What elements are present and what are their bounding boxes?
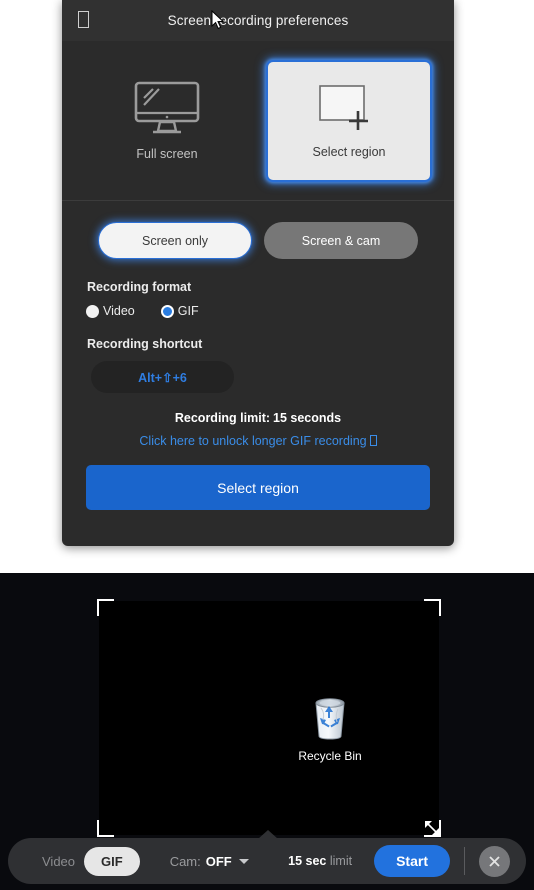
mode-card-full-screen[interactable]: Full screen (84, 60, 250, 182)
selection-region[interactable]: Recycle Bin (97, 599, 441, 837)
toolbar-divider (464, 847, 465, 875)
toolbar-limit-number: 15 (288, 854, 303, 868)
recording-toolbar: Video GIF Cam: OFF 15 sec limit Start (8, 838, 526, 884)
monitor-icon (134, 81, 200, 133)
mode-card-select-region[interactable]: Select region (266, 59, 432, 182)
toolbar-cam-value: OFF (205, 853, 232, 869)
unlock-link-text: Click here to unlock longer GIF recordin… (139, 434, 367, 448)
radio-indicator-video (86, 304, 99, 318)
selection-corner-top-left[interactable] (97, 599, 114, 616)
options-body: Recording format Video GIF Recording sho… (62, 280, 454, 510)
recycle-bin-icon (315, 698, 345, 740)
toolbar-gif-option[interactable]: GIF (84, 846, 140, 876)
radio-label-gif: GIF (177, 304, 199, 318)
toolbar-limit-text: 15 sec limit (288, 854, 352, 868)
toolbar-cam-dropdown[interactable]: Cam: OFF (170, 854, 249, 869)
screen-recording-preferences-panel: Screen recording preferences Full screen (62, 0, 454, 546)
start-recording-button[interactable]: Start (374, 845, 450, 877)
region-select-icon (319, 84, 368, 130)
close-recording-button[interactable] (479, 845, 510, 877)
radio-indicator-gif (160, 304, 174, 318)
recording-limit-line: Recording limit: 15 seconds (86, 411, 430, 425)
select-region-button[interactable]: Select region (86, 465, 430, 510)
app-glyph-box-icon (78, 11, 89, 28)
radio-option-video[interactable]: Video (86, 304, 135, 318)
close-icon (489, 855, 500, 867)
desktop-icon-label: Recycle Bin (298, 749, 362, 763)
toolbar-cam-label: Cam: (169, 853, 201, 869)
toolbar-limit-word: limit (329, 854, 353, 868)
desktop-icon-recycle-bin[interactable]: Recycle Bin (292, 694, 368, 763)
chevron-down-icon (238, 858, 249, 864)
panel-titlebar: Screen recording preferences (62, 0, 454, 41)
selection-corner-bottom-left[interactable] (97, 820, 114, 837)
recording-limit-value: 15 seconds (273, 411, 342, 425)
source-option-screen-only[interactable]: Screen only (98, 222, 252, 259)
toolbar-video-option[interactable]: Video (42, 854, 75, 869)
source-toggle-group: Screen only Screen & cam (62, 201, 454, 280)
mode-label-full-screen: Full screen (136, 146, 198, 161)
mode-label-select-region: Select region (312, 144, 386, 159)
recording-format-radio-group: Video GIF (86, 304, 430, 318)
radio-label-video: Video (103, 304, 135, 318)
recording-limit-prefix: Recording limit: (174, 411, 271, 425)
toolbar-limit-unit: sec (305, 854, 327, 868)
resize-diagonal-icon[interactable] (421, 817, 443, 839)
recording-format-label: Recording format (87, 280, 192, 294)
recording-shortcut-chip[interactable]: Alt+⇧+6 (91, 361, 234, 393)
capture-mode-selector: Full screen Select region (62, 41, 454, 201)
radio-option-gif[interactable]: GIF (160, 304, 199, 318)
unlock-longer-gif-link[interactable]: Click here to unlock longer GIF recordin… (86, 434, 430, 448)
selection-corner-top-right[interactable] (424, 599, 441, 616)
source-option-screen-and-cam[interactable]: Screen & cam (264, 222, 418, 259)
panel-title: Screen recording preferences (167, 13, 349, 28)
recording-shortcut-label: Recording shortcut (87, 337, 203, 351)
external-glyph-box-icon (369, 435, 377, 446)
